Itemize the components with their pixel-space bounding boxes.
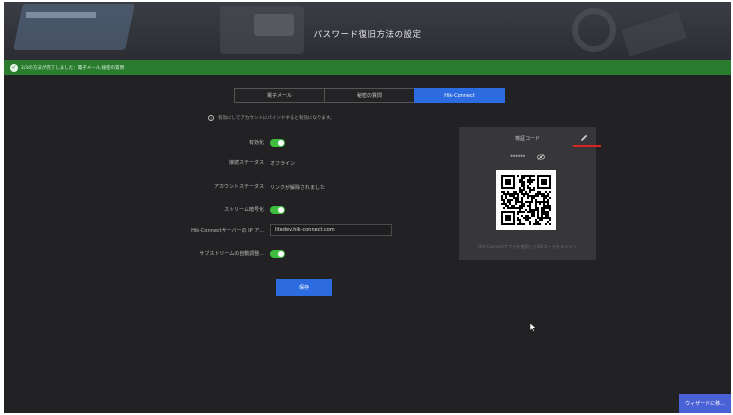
qr-code	[496, 170, 556, 230]
stream-encryption-toggle[interactable]	[270, 206, 285, 214]
mouse-cursor-icon	[529, 322, 537, 332]
save-button[interactable]: 保存	[276, 279, 332, 296]
verification-code-field: ******	[459, 154, 596, 161]
wizard-button[interactable]: ウィザードに移...	[679, 394, 731, 413]
header-banner: パスワード復旧方法の設定	[4, 2, 731, 60]
account-status-label: アカウントステータス	[213, 184, 264, 190]
decorative-shape	[26, 12, 96, 18]
eye-icon[interactable]	[536, 154, 545, 160]
stream-encryption-row: ストリーム暗号化	[4, 204, 264, 216]
substream-toggle[interactable]	[270, 250, 285, 258]
connection-status-label: 接続ステータス	[228, 160, 264, 166]
panel-footer-text: Hik-Connectアプリを使用してQRコードをスキャン	[478, 244, 577, 249]
verification-code-title: 検証コード	[514, 136, 540, 142]
hint: i 有効にしてアカウントにバインドすると有効になります。	[208, 115, 334, 121]
masked-code: ******	[510, 154, 526, 161]
server-ip-input[interactable]: litedev.hik-connect.com	[270, 224, 392, 236]
tab-email[interactable]: 電子メール	[234, 88, 325, 103]
highlight-underline	[573, 145, 601, 147]
stream-encryption-label: ストリーム暗号化	[224, 207, 264, 213]
enable-row: 有効化	[4, 137, 264, 149]
connection-status-value: オフライン	[270, 160, 296, 167]
qr-code-image	[501, 175, 551, 225]
substream-label: サブストリームの自動調整...	[199, 251, 264, 257]
enable-toggle[interactable]	[270, 139, 285, 147]
info-icon: i	[208, 115, 214, 121]
tab-hik-connect[interactable]: Hik-Connect	[414, 88, 505, 103]
page-title: パスワード復旧方法の設定	[313, 30, 422, 40]
screen: パスワード復旧方法の設定 ✓ 2/3の方法が完了しました：電子メール,秘密の質問…	[4, 2, 731, 413]
edit-icon[interactable]	[579, 133, 589, 143]
enable-label: 有効化	[248, 140, 264, 146]
hint-text: 有効にしてアカウントにバインドすると有効になります。	[218, 116, 335, 121]
status-bar: ✓ 2/3の方法が完了しました：電子メール,秘密の質問	[4, 60, 731, 75]
tab-bar: 電子メール 秘密の質問 Hik-Connect	[234, 88, 505, 103]
check-icon: ✓	[10, 63, 18, 72]
server-ip-label: Hik-Connectサーバーの IP ア...	[191, 228, 264, 234]
tab-security-question[interactable]: 秘密の質問	[324, 88, 415, 103]
connection-status-row: 接続ステータス	[4, 157, 264, 169]
status-message: 2/3の方法が完了しました：電子メール,秘密の質問	[21, 65, 125, 71]
decorative-shape	[13, 4, 135, 50]
account-status-row: アカウントステータス	[4, 181, 264, 193]
server-ip-row: Hik-Connectサーバーの IP ア...	[4, 225, 264, 237]
substream-row: サブストリームの自動調整...	[4, 248, 264, 260]
account-status-value: リンクが解除されました	[270, 184, 326, 191]
